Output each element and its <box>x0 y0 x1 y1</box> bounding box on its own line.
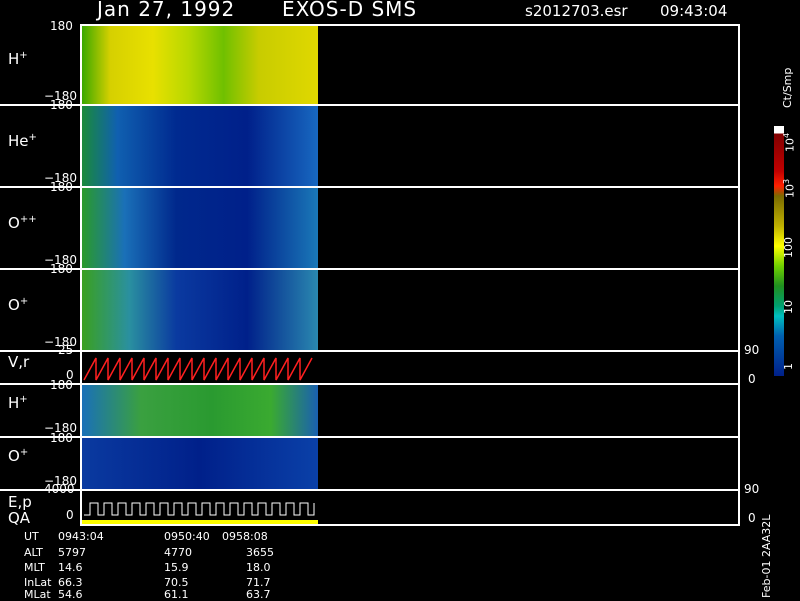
y-tick-top: 180 <box>50 19 73 33</box>
spectrogram-o-plus <box>82 270 318 350</box>
qa-indicator-bar <box>82 520 318 524</box>
instrument-name: EXOS-D SMS <box>282 0 418 21</box>
spectrogram-h-plus <box>82 26 318 104</box>
spectrogram-o-plus-plus <box>82 188 318 268</box>
panel-label-he-plus: He+ <box>8 132 37 150</box>
file-name: s2012703.esr <box>525 2 628 20</box>
run-identifier: Feb-01 2AA32L <box>760 514 773 598</box>
right-tick-top: 90 <box>744 343 760 357</box>
y-tick-top: 180 <box>50 180 73 194</box>
y-tick-top: 4000 <box>44 482 75 496</box>
right-tick-bottom: 0 <box>748 511 756 525</box>
right-tick-bottom: 0 <box>748 372 756 386</box>
y-tick-top: 180 <box>50 378 73 392</box>
panel-label-o-plus-low: O+ <box>8 447 29 465</box>
panel-label-qa: QA <box>8 509 31 527</box>
spectrogram-o-plus-low <box>82 438 318 489</box>
panel-label-h-plus: H+ <box>8 50 28 68</box>
plot-time: 09:43:04 <box>660 2 728 20</box>
spectrogram-h-plus-low <box>82 385 318 436</box>
velocity-trace <box>83 357 313 381</box>
panel-label-velocity: V,r <box>8 353 30 371</box>
panel-label-o-plus: O+ <box>8 296 29 314</box>
right-tick-top: 90 <box>744 482 760 496</box>
colorbar-tick-10-3: 103 <box>782 178 797 198</box>
spectrogram-he-plus <box>82 106 318 186</box>
y-tick-bottom: 0 <box>66 508 74 522</box>
colorbar-tick-1: 1 <box>782 363 795 370</box>
colorbar-title: Ct/Smp <box>781 67 794 108</box>
colorbar-tick-10: 10 <box>782 300 795 314</box>
y-tick-top: 180 <box>50 262 73 276</box>
y-tick-top: 180 <box>50 431 73 445</box>
panel-label-h-plus-low: H+ <box>8 394 28 412</box>
panel-label-o-plus-plus: O++ <box>8 214 37 232</box>
y-tick-top: 180 <box>50 98 73 112</box>
colorbar-tick-100: 100 <box>782 237 795 258</box>
y-tick-top: 25 <box>58 343 74 357</box>
right-axis <box>738 24 740 526</box>
colorbar-tick-10-4: 104 <box>782 132 797 152</box>
panel-border <box>80 524 740 526</box>
plot-date: Jan 27, 1992 <box>97 0 236 21</box>
